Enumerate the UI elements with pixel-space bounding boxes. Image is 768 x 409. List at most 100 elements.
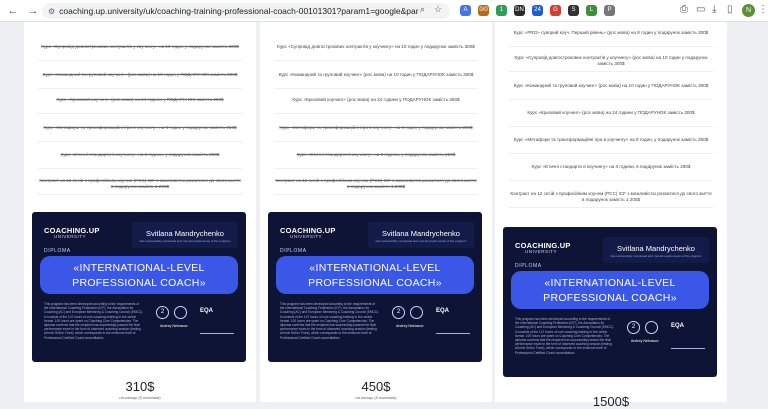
download-icon[interactable]: ⤓	[712, 4, 716, 15]
price-caption: на місяць (5 платежів)	[355, 395, 397, 400]
ext-blue-icon[interactable]: 24	[532, 5, 543, 16]
ext-chrome-icon[interactable]: G	[550, 5, 561, 16]
ext-translate-icon[interactable]: A	[460, 5, 471, 16]
url-text[interactable]: coaching.up.university/uk/coaching-train…	[59, 6, 419, 16]
diploma-title-banner: «INTERNATIONAL-LEVEL PROFESSIONAL COACH»	[276, 256, 474, 294]
site-info-icon[interactable]: ⚙	[48, 7, 55, 16]
diploma-body-text: This program has been developed accordin…	[515, 317, 615, 355]
feature-divider	[509, 207, 713, 208]
diploma-title-line2: PROFESSIONAL COACH»	[543, 292, 677, 304]
feature-divider	[509, 126, 713, 127]
recipient-caption: has successfully completed and met all r…	[139, 239, 231, 243]
feature-divider	[274, 141, 478, 142]
diploma-title-banner: «INTERNATIONAL-LEVEL PROFESSIONAL COACH»	[40, 256, 238, 294]
feature-divider	[509, 153, 713, 154]
diploma-image: COACHING.UP UNIVERSITY DIPLOMA Svitlana Man…	[503, 227, 717, 377]
feature-divider	[274, 113, 478, 114]
browser-toolbar: ← → ↻ ⚙ coaching.up.university/uk/coachi…	[0, 0, 768, 22]
recipient-name: Svitlana Mandrychenko	[146, 229, 224, 238]
diploma-logo-sub: UNIVERSITY	[525, 249, 558, 254]
icf-seal-icon: 2	[392, 306, 405, 319]
profile-avatar[interactable]: N	[742, 4, 755, 17]
diploma-label: DIPLOMA	[280, 248, 307, 254]
feature-divider	[509, 71, 713, 72]
feature-divider	[38, 60, 242, 61]
feature-item: Курс «Кризовий коучинг» (рос мова) на 24…	[527, 110, 695, 115]
signer-name: Andrey Nekrasov	[631, 339, 659, 343]
feature-divider	[38, 113, 242, 114]
diploma-label: DIPLOMA	[44, 248, 71, 254]
ext-puzzle-icon[interactable]: P	[604, 5, 615, 16]
ac-seal-icon	[410, 306, 423, 319]
feature-item: Контракт на 12 сесій з професійним коуче…	[39, 178, 241, 189]
feature-item: Курс «Командний та груповий коучинг» (ро…	[513, 83, 709, 88]
feature-item: Курс «Супровід довгострокових контрактів…	[277, 44, 475, 49]
diploma-body-text: This program has been developed accordin…	[280, 302, 380, 340]
signature-icon	[200, 330, 234, 334]
diploma-title-line1: «INTERNATIONAL-LEVEL	[309, 262, 441, 274]
feature-item: Курс «PRO» суворий коуч. Перший рівень» …	[513, 30, 709, 35]
diploma-image: COACHING.UP UNIVERSITY DIPLOMA Svitlana Man…	[268, 212, 482, 362]
feature-item: Курс «Метафори та трансформаційні ігри в…	[279, 125, 473, 130]
diploma-image: COACHING.UP UNIVERSITY DIPLOMA Svitlana Man…	[32, 212, 246, 362]
pricing-page: Курс «Супровід довгострокових контрактів…	[0, 22, 768, 409]
address-bar[interactable]: ⚙ coaching.up.university/uk/coaching-tra…	[42, 3, 450, 19]
bookmark-star-icon[interactable]: ☆	[434, 4, 442, 15]
signer-name: Andrey Nekrasov	[396, 324, 424, 328]
price-value: 310$	[125, 379, 155, 394]
ext-lock-icon[interactable]: L	[586, 5, 597, 16]
diploma-body-text: This program has been developed accordin…	[44, 302, 144, 340]
feature-divider	[274, 60, 478, 61]
feature-divider	[38, 194, 242, 195]
recipient-box: Svitlana Mandrychenko has successfully co…	[368, 222, 474, 248]
feature-divider	[509, 180, 713, 181]
ext-green-icon[interactable]: 1	[496, 5, 507, 16]
pricing-card: Курс «PRO» суворий коуч. Перший рівень» …	[495, 22, 727, 409]
feature-item: Курс «Супровід довгострокових контрактів…	[514, 55, 708, 66]
feature-item: Контракт на 12 сесій з професійним коуче…	[275, 178, 477, 189]
price-caption: на місяць (5 платежів)	[119, 395, 161, 400]
eqa-badge: EQA	[436, 308, 450, 314]
tab-strip-icon[interactable]: ▭	[696, 4, 705, 15]
feature-divider	[274, 88, 478, 89]
feature-divider	[38, 88, 242, 89]
icf-seal-icon: 2	[627, 321, 640, 334]
price-value: 450$	[361, 379, 391, 394]
pricing-card: Курс «Супровід довгострокових контрактів…	[24, 22, 256, 402]
diploma-logo-sub: UNIVERSITY	[54, 234, 87, 239]
feature-item: Курс «Етичні стандарти в коучингу» на 3 …	[531, 164, 691, 169]
diploma-label: DIPLOMA	[515, 263, 542, 269]
feature-item: Контракт на 12 сесій з професійним коуче…	[510, 191, 712, 202]
feature-divider	[274, 168, 478, 169]
recipient-name: Svitlana Mandrychenko	[382, 229, 460, 238]
feature-divider	[509, 99, 713, 100]
pricing-card: Курс «Супровід довгострокових контрактів…	[260, 22, 492, 402]
menu-kebab-icon[interactable]: ⋮	[758, 4, 768, 15]
ext-circle-icon[interactable]: S	[568, 5, 579, 16]
ext-badge-icon[interactable]: 0/0	[478, 5, 489, 16]
recipient-caption: has successfully completed and met all r…	[610, 254, 702, 258]
feature-item: Курс «Метафори та трансформаційні ігри в…	[43, 125, 237, 130]
eqa-badge: EQA	[671, 323, 685, 329]
feature-item: Курс «Метафори та трансформаційні ігри в…	[513, 137, 709, 142]
ext-dn-icon[interactable]: DN	[514, 5, 525, 16]
diploma-logo-sub: UNIVERSITY	[290, 234, 323, 239]
back-arrow-icon[interactable]: ←	[6, 4, 20, 18]
feature-item: Курс «Командний та груповий коучинг» (ро…	[278, 72, 474, 77]
print-icon[interactable]: ⎙	[680, 4, 688, 15]
feature-divider	[274, 194, 478, 195]
side-panel-icon[interactable]: ▯	[727, 4, 733, 15]
zoom-icon[interactable]: ⌕	[420, 4, 425, 15]
signer-name: Andrey Nekrasov	[160, 324, 188, 328]
feature-item: Курс «Етичні стандарти в коучингу» на 3 …	[60, 152, 220, 157]
icf-seal-icon: 2	[156, 306, 169, 319]
feature-divider	[38, 141, 242, 142]
feature-item: Курс «Командний та груповий коучинг» (ро…	[42, 72, 238, 77]
recipient-name: Svitlana Mandrychenko	[617, 244, 695, 253]
diploma-title-line2: PROFESSIONAL COACH»	[72, 277, 206, 289]
ac-seal-icon	[645, 321, 658, 334]
diploma-title-banner: «INTERNATIONAL-LEVEL PROFESSIONAL COACH»	[511, 271, 709, 309]
forward-arrow-icon[interactable]: →	[26, 4, 40, 18]
feature-item: Курс «Супровід довгострокових контрактів…	[41, 44, 239, 49]
diploma-title-line1: «INTERNATIONAL-LEVEL	[544, 277, 676, 289]
